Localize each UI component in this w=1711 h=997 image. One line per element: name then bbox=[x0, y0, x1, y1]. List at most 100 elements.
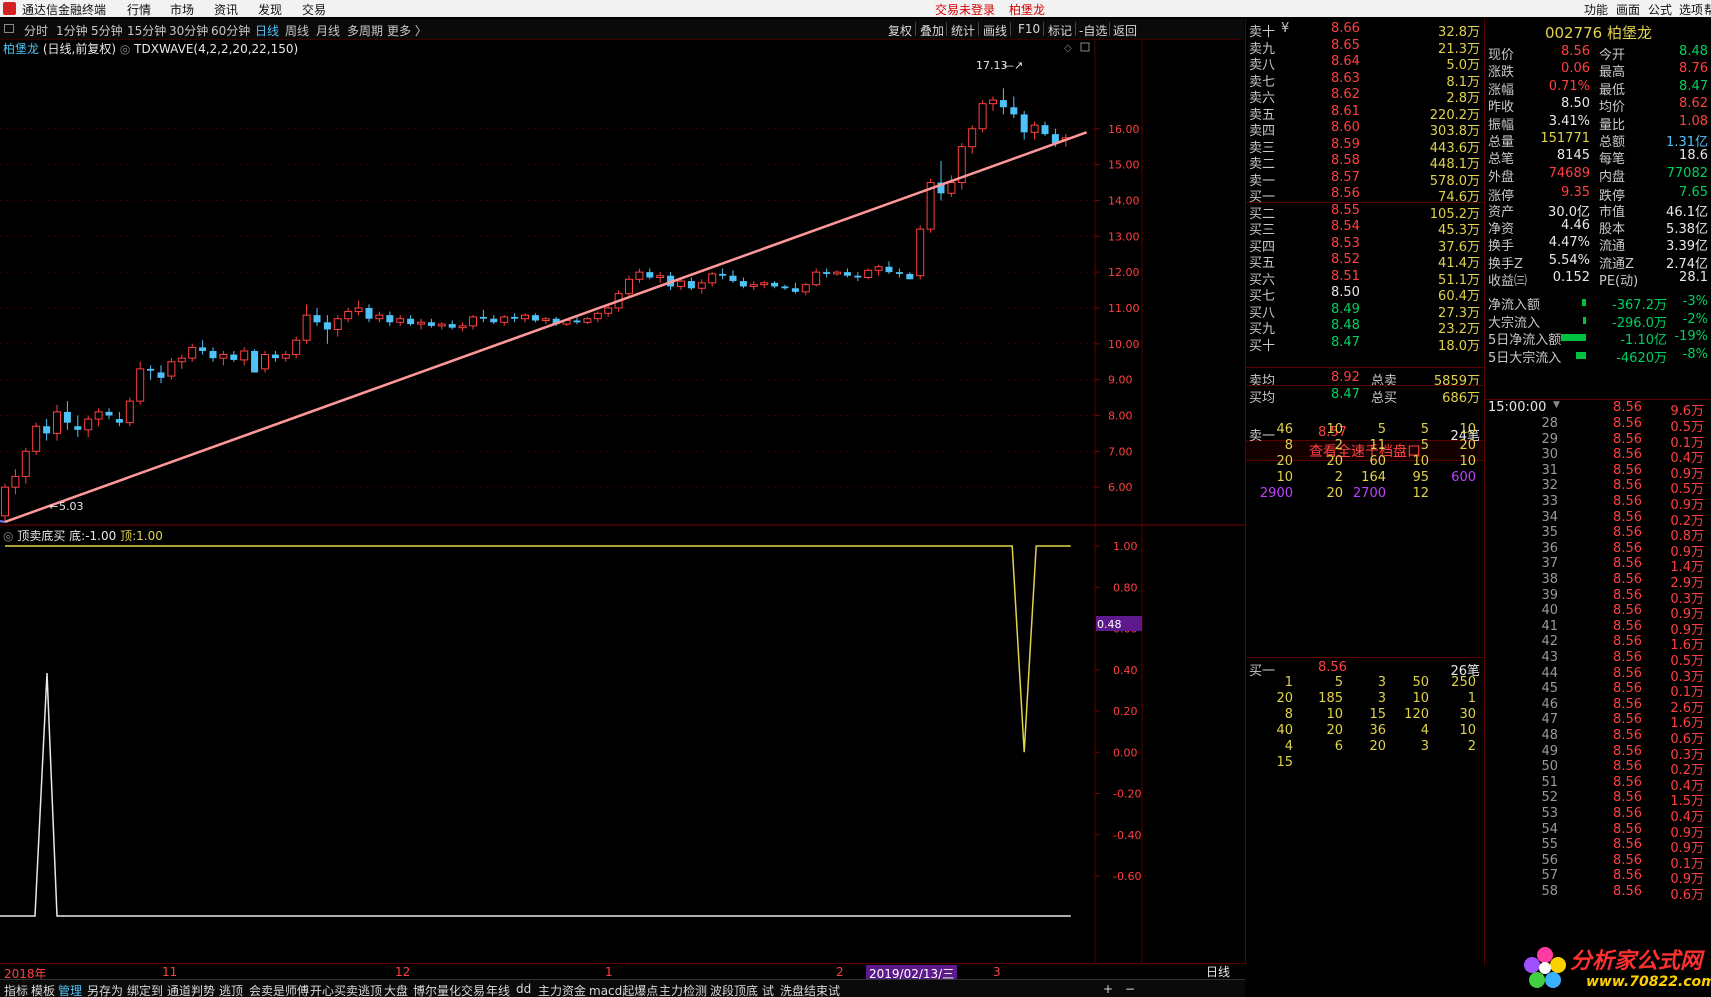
tab-manage[interactable]: 管理 bbox=[58, 982, 82, 997]
tab-main-capital[interactable]: 主力资金 bbox=[538, 982, 586, 997]
candle[interactable] bbox=[531, 313, 539, 323]
sub-indicator-settings-icon[interactable]: ◎ bbox=[3, 529, 13, 543]
tab-main-detect[interactable]: 主力检测 bbox=[659, 982, 707, 997]
menu-quotes[interactable]: 行情 bbox=[127, 1, 151, 18]
candle[interactable] bbox=[407, 315, 415, 326]
candle[interactable] bbox=[292, 336, 301, 359]
candle[interactable] bbox=[199, 340, 207, 355]
candle[interactable] bbox=[177, 354, 186, 369]
tab-template[interactable]: 模板 bbox=[31, 982, 55, 997]
tab-annual-line[interactable]: 年线 bbox=[486, 982, 510, 997]
tab-channel-trend[interactable]: 通道判势 bbox=[167, 982, 215, 997]
candle[interactable] bbox=[147, 365, 155, 380]
candle[interactable] bbox=[968, 125, 977, 154]
candle[interactable] bbox=[458, 322, 467, 332]
ask-level-row[interactable]: 卖二 8.58 448.1万 bbox=[1246, 152, 1484, 172]
candle[interactable] bbox=[313, 307, 321, 326]
period-tab-more[interactable]: 更多 〉 bbox=[387, 22, 427, 39]
candle[interactable] bbox=[625, 275, 633, 298]
tab-quant[interactable]: 博尔量化交易 bbox=[413, 982, 485, 997]
candle[interactable] bbox=[854, 272, 862, 282]
candle[interactable] bbox=[125, 397, 134, 427]
candle[interactable] bbox=[978, 100, 987, 133]
period-tab-5min[interactable]: 5分钟 bbox=[91, 22, 123, 39]
candle[interactable] bbox=[188, 343, 197, 362]
ask-level-row[interactable]: 卖十 8.66 32.8万 ¥ bbox=[1246, 20, 1484, 40]
candle[interactable] bbox=[801, 282, 810, 296]
period-tab-15min[interactable]: 15分钟 bbox=[127, 22, 166, 39]
mark-button[interactable]: 标记 bbox=[1048, 22, 1072, 39]
candle[interactable] bbox=[115, 411, 123, 427]
candle[interactable] bbox=[157, 365, 165, 384]
kline-chart[interactable]: 16.00 15.00 14.00 13.00 12.00 11.00 10.00 9.00 8… bbox=[0, 40, 1245, 965]
ask-level-row[interactable]: 卖九 8.65 21.3万 bbox=[1246, 37, 1484, 57]
candle[interactable] bbox=[708, 272, 717, 287]
candle[interactable] bbox=[781, 284, 789, 291]
tab-dd[interactable]: dd bbox=[516, 982, 531, 996]
bid-level-row[interactable]: 买四 8.53 37.6万 bbox=[1246, 235, 1484, 255]
menu-functions[interactable]: 功能 bbox=[1584, 1, 1608, 18]
candle[interactable] bbox=[957, 143, 966, 190]
candle[interactable] bbox=[999, 88, 1007, 115]
stock-header[interactable]: 002776 柏堡龙 bbox=[1485, 22, 1711, 43]
ask-level-row[interactable]: 卖三 8.59 443.6万 bbox=[1246, 136, 1484, 156]
candle[interactable] bbox=[864, 268, 873, 280]
period-tab-30min[interactable]: 30分钟 bbox=[169, 22, 208, 39]
bid-level-row[interactable]: 买八 8.49 27.3万 bbox=[1246, 301, 1484, 321]
tab-save-as[interactable]: 另存为 bbox=[87, 982, 123, 997]
tab-test[interactable]: 试 bbox=[762, 982, 774, 997]
candle[interactable] bbox=[1020, 110, 1028, 140]
candle[interactable] bbox=[729, 270, 737, 283]
candle[interactable] bbox=[105, 408, 113, 420]
candle[interactable] bbox=[281, 350, 290, 362]
candle[interactable] bbox=[167, 358, 176, 380]
menu-news[interactable]: 资讯 bbox=[214, 1, 238, 18]
candle[interactable] bbox=[760, 281, 769, 289]
candle[interactable] bbox=[32, 422, 41, 455]
tab-market[interactable]: 大盘 bbox=[384, 982, 408, 997]
candle[interactable] bbox=[479, 309, 487, 323]
period-tab-timeshare[interactable]: 分时 bbox=[24, 22, 48, 39]
candle[interactable] bbox=[874, 264, 883, 276]
menu-screen[interactable]: 画面 bbox=[1616, 1, 1640, 18]
candle[interactable] bbox=[63, 401, 71, 430]
adjust-button[interactable]: 复权 bbox=[888, 22, 912, 39]
candle[interactable] bbox=[697, 279, 706, 294]
f10-button[interactable]: F10 bbox=[1018, 22, 1040, 36]
tick-dropdown-icon[interactable]: ▼ bbox=[1553, 400, 1560, 410]
ask-level-row[interactable]: 卖一 8.57 578.0万 bbox=[1246, 169, 1484, 189]
candle[interactable] bbox=[84, 415, 93, 437]
candle[interactable] bbox=[43, 419, 51, 441]
candle[interactable] bbox=[521, 313, 529, 323]
candle[interactable] bbox=[261, 350, 269, 373]
candle[interactable] bbox=[843, 268, 851, 278]
candle[interactable] bbox=[1030, 121, 1039, 140]
ask-level-row[interactable]: 卖五 8.61 220.2万 bbox=[1246, 103, 1484, 123]
menu-options[interactable]: 选项 bbox=[1679, 1, 1703, 18]
ask-level-row[interactable]: 卖六 8.62 2.8万 bbox=[1246, 86, 1484, 106]
candle[interactable] bbox=[771, 281, 779, 289]
back-button[interactable]: 返回 bbox=[1113, 22, 1137, 39]
candle[interactable] bbox=[437, 322, 446, 330]
candle[interactable] bbox=[1010, 96, 1018, 119]
candle[interactable] bbox=[1041, 121, 1049, 136]
candle[interactable] bbox=[490, 315, 498, 325]
candle[interactable] bbox=[1, 483, 9, 522]
tab-macd[interactable]: macd起爆点 bbox=[589, 982, 658, 997]
candle[interactable] bbox=[53, 404, 61, 441]
tab-indicator[interactable]: 指标 bbox=[4, 982, 28, 997]
bid-level-row[interactable]: 买六 8.51 51.1万 bbox=[1246, 268, 1484, 288]
candle[interactable] bbox=[511, 313, 519, 323]
tab-wave[interactable]: 波段顶底 bbox=[710, 982, 758, 997]
tab-escape-top[interactable]: 逃顶 bbox=[219, 982, 243, 997]
candle[interactable] bbox=[500, 315, 509, 326]
legend-indicator[interactable]: TDXWAVE(4,2,2,20,22,150) bbox=[134, 42, 298, 56]
tab-bind[interactable]: 绑定到 bbox=[127, 982, 163, 997]
candle[interactable] bbox=[365, 304, 373, 323]
candle[interactable] bbox=[417, 318, 425, 330]
chart-area[interactable]: 16.00 15.00 14.00 13.00 12.00 11.00 10.00 9.00 8… bbox=[0, 40, 1245, 965]
candle[interactable] bbox=[947, 175, 956, 197]
candle[interactable] bbox=[646, 268, 654, 280]
candle[interactable] bbox=[11, 469, 20, 495]
candle[interactable] bbox=[240, 347, 249, 366]
